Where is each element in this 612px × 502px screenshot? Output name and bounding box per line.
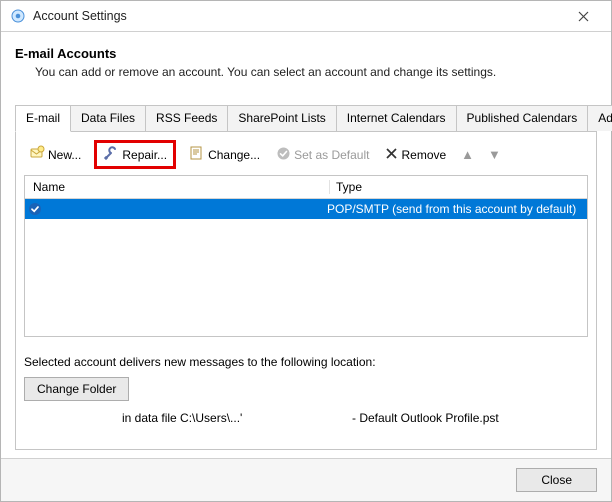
tab-published-calendars[interactable]: Published Calendars [456,105,589,131]
tabstrip: E-mail Data Files RSS Feeds SharePoint L… [15,105,597,131]
app-icon [9,7,27,25]
tab-body: New... Repair... [15,131,597,450]
close-button[interactable]: Close [516,468,597,492]
tab-internet-calendars[interactable]: Internet Calendars [336,105,457,131]
move-up-button: ▲ [459,148,476,161]
new-icon [29,145,45,164]
table-row[interactable]: POP/SMTP (send from this account by defa… [25,199,587,219]
list-header: Name Type [25,176,587,199]
data-file-path: in data file C:\Users\...' - Default Out… [24,411,588,425]
tab-data-files[interactable]: Data Files [70,105,146,131]
repair-button[interactable]: Repair... [103,145,167,164]
remove-button[interactable]: Remove [382,145,449,165]
tab-email[interactable]: E-mail [15,105,71,132]
change-label: Change... [208,148,260,162]
move-down-button: ▼ [486,148,503,161]
path-prefix: in data file C:\Users\...' [122,411,352,425]
change-icon [189,145,205,164]
remove-icon [385,147,398,163]
close-window-button[interactable] [563,1,603,31]
window-title: Account Settings [33,9,127,23]
change-button[interactable]: Change... [186,143,263,166]
repair-label: Repair... [122,148,167,162]
check-icon [276,146,291,164]
path-suffix: - Default Outlook Profile.pst [352,411,499,425]
accounts-list[interactable]: Name Type POP/SMTP (send from this accou… [24,175,588,337]
tab-rss-feeds[interactable]: RSS Feeds [145,105,228,131]
set-default-label: Set as Default [294,148,369,162]
change-folder-button[interactable]: Change Folder [24,377,129,401]
new-button[interactable]: New... [26,143,84,166]
default-account-icon [25,202,45,216]
set-default-button: Set as Default [273,144,372,166]
repair-icon [103,145,119,164]
dialog-content: E-mail Accounts You can add or remove an… [1,32,611,458]
page-subheading: You can add or remove an account. You ca… [35,65,597,79]
titlebar: Account Settings [1,1,611,32]
tab-sharepoint-lists[interactable]: SharePoint Lists [227,105,336,131]
column-type[interactable]: Type [330,180,572,194]
remove-label: Remove [401,148,446,162]
toolbar: New... Repair... [24,138,588,175]
new-label: New... [48,148,81,162]
row-type: POP/SMTP (send from this account by defa… [321,202,587,216]
tab-address-books[interactable]: Address Books [587,105,612,131]
bottom-bar: Close [1,458,611,501]
account-settings-dialog: Account Settings E-mail Accounts You can… [0,0,612,502]
repair-button-highlight: Repair... [94,140,176,169]
page-heading: E-mail Accounts [15,46,597,61]
column-name[interactable]: Name [25,180,330,194]
location-text: Selected account delivers new messages t… [24,355,588,369]
